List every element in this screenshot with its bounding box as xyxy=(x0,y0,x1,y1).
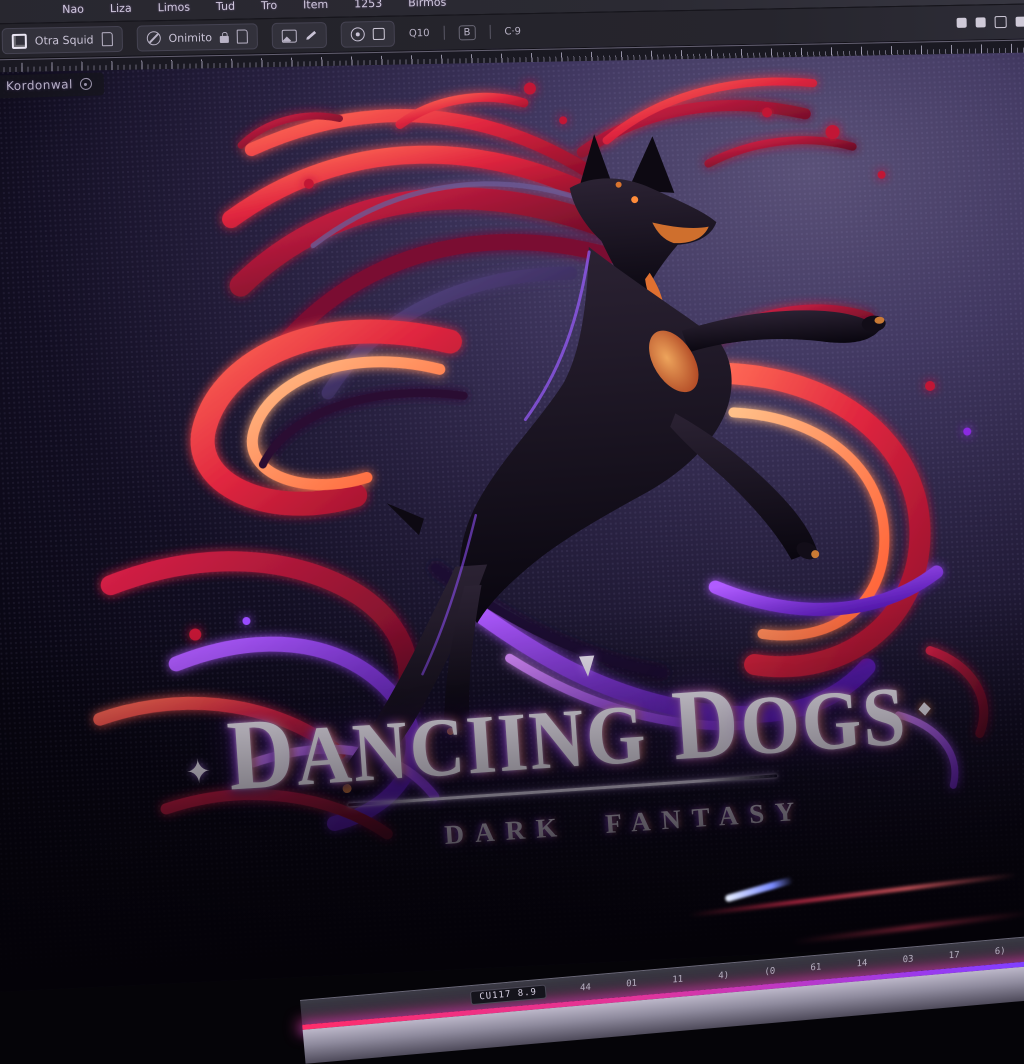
panel-toggle-icon-1[interactable] xyxy=(957,18,967,28)
canvas-area[interactable]: ▼ ✦DANCIINGDOGS◆ DARK FANTASY xyxy=(0,6,1024,993)
panel-toggle-icon-4[interactable] xyxy=(1016,17,1024,27)
left-swirl xyxy=(196,325,470,511)
menu-item-5[interactable]: Tro xyxy=(261,0,277,12)
toolbar-group2-label: Onimito xyxy=(168,31,212,45)
toolbar-right-cluster xyxy=(957,15,1024,29)
status-label: CU117 8.9 xyxy=(470,985,547,1006)
title-word-2: DOGS xyxy=(669,660,910,776)
lock-icon xyxy=(220,35,229,42)
menu-item-7[interactable]: 1253 xyxy=(354,0,382,10)
image-icon xyxy=(282,29,297,42)
title-left-diamond-icon: ✦ xyxy=(185,752,215,792)
bold-token[interactable]: B xyxy=(458,25,475,40)
selection-icon xyxy=(12,33,27,48)
document-tab[interactable]: Kordonwal xyxy=(0,72,104,98)
toolbar-separator-2 xyxy=(489,25,490,39)
toolbar-group-mode[interactable]: Onimito xyxy=(136,23,258,51)
disable-overlay-icon xyxy=(146,31,160,45)
menu-item-8[interactable]: Birmos xyxy=(408,0,446,9)
panel-toggle-icon-3[interactable] xyxy=(995,16,1007,28)
menu-item-1[interactable]: Nao xyxy=(62,2,84,15)
toolbar-group1-label: Otra Squid xyxy=(35,33,94,47)
toolbar-separator xyxy=(443,26,444,40)
panel-toggle-icon-2[interactable] xyxy=(976,17,986,27)
document-tab-label: Kordonwal xyxy=(6,77,73,93)
toolbar-group-select[interactable]: Otra Squid xyxy=(2,26,123,54)
color-token[interactable]: C·9 xyxy=(504,26,521,37)
menu-item-4[interactable]: Tud xyxy=(216,0,235,13)
title-top-ornament: ▼ xyxy=(578,647,596,680)
toolbar-group-media[interactable] xyxy=(272,22,327,49)
page-icon xyxy=(237,29,248,43)
title-right-diamond-icon: ◆ xyxy=(918,696,934,718)
toolbar-group-shapes[interactable] xyxy=(341,21,395,48)
menu-item-3[interactable]: Limos xyxy=(157,0,190,14)
menu-item-6[interactable]: Item xyxy=(303,0,328,11)
target-icon xyxy=(351,27,365,41)
zoom-level-token[interactable]: Q10 xyxy=(409,27,430,38)
pen-icon xyxy=(306,30,317,40)
artwork: ▼ ✦DANCIINGDOGS◆ DARK FANTASY xyxy=(1,7,1024,993)
mane-swirls xyxy=(224,72,867,398)
menu-item-2[interactable]: Liza xyxy=(110,1,132,14)
shape-icon xyxy=(373,28,385,40)
document-icon xyxy=(101,32,112,46)
tab-status-icon xyxy=(80,78,92,90)
